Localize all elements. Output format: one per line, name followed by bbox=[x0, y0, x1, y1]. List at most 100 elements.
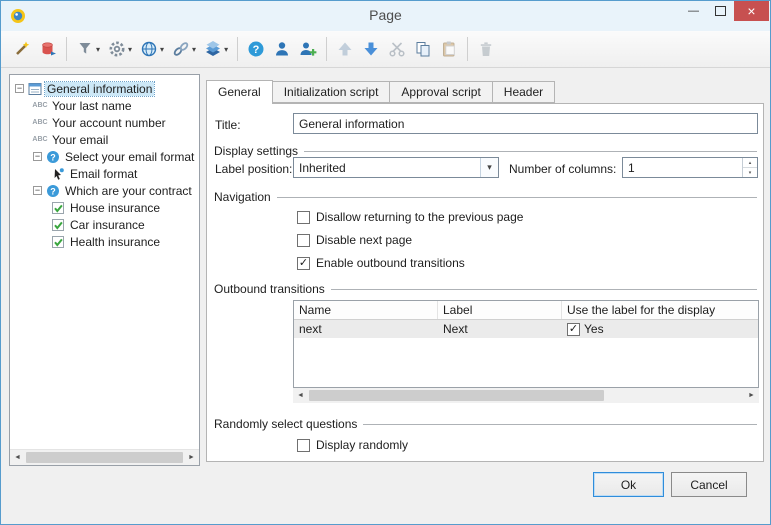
enable-outbound-checkbox[interactable]: ✓ bbox=[297, 257, 310, 270]
gear-icon bbox=[108, 40, 126, 58]
toolbar-separator bbox=[237, 37, 238, 61]
transitions-table: Name Label Use the label for the display… bbox=[293, 300, 759, 388]
user-icon bbox=[273, 40, 291, 58]
paste-button[interactable] bbox=[436, 36, 462, 62]
group-heading: Randomly select questions bbox=[214, 417, 357, 431]
tree-item-car-insurance[interactable]: Car insurance bbox=[10, 216, 199, 233]
enable-outbound-row: ✓ Enable outbound transitions bbox=[297, 255, 465, 271]
table-row[interactable]: next Next ✓ Yes bbox=[294, 320, 758, 338]
spinner-buttons: ▴ ▾ bbox=[742, 158, 757, 177]
tab-header[interactable]: Header bbox=[493, 81, 555, 103]
tree-item-label: House insurance bbox=[68, 201, 162, 215]
tree-horizontal-scrollbar[interactable]: ◄ ► bbox=[10, 449, 199, 465]
tree-item-label: Your email bbox=[50, 133, 110, 147]
tab-initialization-script[interactable]: Initialization script bbox=[273, 81, 391, 103]
maximize-icon bbox=[715, 6, 726, 16]
tree-item-health-insurance[interactable]: Health insurance bbox=[10, 233, 199, 250]
spin-up-button[interactable]: ▴ bbox=[743, 158, 757, 168]
text-field-icon: ABC bbox=[33, 133, 47, 147]
number-of-columns-label: Number of columns: bbox=[509, 162, 616, 176]
tree-item-house-insurance[interactable]: House insurance bbox=[10, 199, 199, 216]
dropdown-button[interactable]: ▾ bbox=[480, 158, 498, 177]
cell-use-label: ✓ Yes bbox=[562, 320, 758, 338]
magic-wand-button[interactable] bbox=[9, 36, 35, 62]
question-icon: ? bbox=[46, 150, 60, 164]
scrollbar-thumb[interactable] bbox=[26, 452, 183, 463]
label-position-select[interactable]: Inherited ▾ bbox=[293, 157, 499, 178]
cell-label: Next bbox=[438, 320, 562, 338]
number-of-columns-stepper[interactable]: 1 ▴ ▾ bbox=[622, 157, 758, 178]
disallow-returning-checkbox[interactable] bbox=[297, 211, 310, 224]
scroll-left-icon[interactable]: ◄ bbox=[293, 392, 308, 399]
layers-dropdown-button[interactable]: ▾ bbox=[200, 36, 232, 62]
maximize-button[interactable] bbox=[707, 1, 734, 21]
settings-dropdown-button[interactable]: ▾ bbox=[104, 36, 136, 62]
globe-dropdown-button[interactable]: ▾ bbox=[136, 36, 168, 62]
checkbox-label: Enable outbound transitions bbox=[316, 256, 465, 270]
help-button[interactable]: ? bbox=[243, 36, 269, 62]
tree-item-your-email[interactable]: ABC Your email bbox=[10, 131, 199, 148]
spin-down-button[interactable]: ▾ bbox=[743, 168, 757, 177]
ok-button[interactable]: Ok bbox=[593, 472, 664, 497]
disable-next-page-checkbox[interactable] bbox=[297, 234, 310, 247]
add-user-button[interactable] bbox=[295, 36, 321, 62]
collapse-icon[interactable]: − bbox=[33, 152, 42, 161]
svg-text:?: ? bbox=[50, 186, 56, 196]
display-randomly-checkbox[interactable] bbox=[297, 439, 310, 452]
column-header-name[interactable]: Name bbox=[294, 301, 438, 319]
paste-icon bbox=[440, 40, 458, 58]
scroll-right-icon[interactable]: ► bbox=[744, 392, 759, 399]
delete-button[interactable] bbox=[473, 36, 499, 62]
cut-button[interactable] bbox=[384, 36, 410, 62]
tab-general[interactable]: General bbox=[206, 80, 273, 104]
titlebar: Page — × bbox=[1, 1, 770, 31]
tab-bar: General Initialization script Approval s… bbox=[206, 80, 555, 104]
group-divider bbox=[331, 289, 757, 290]
group-divider bbox=[304, 151, 757, 152]
minimize-button[interactable]: — bbox=[680, 1, 707, 21]
tree-item-your-last-name[interactable]: ABC Your last name bbox=[10, 97, 199, 114]
tree-item-your-account-number[interactable]: ABC Your account number bbox=[10, 114, 199, 131]
window-title: Page bbox=[1, 7, 770, 23]
data-source-button[interactable] bbox=[35, 36, 61, 62]
link-dropdown-button[interactable]: ▾ bbox=[168, 36, 200, 62]
tree-item-select-email-format[interactable]: − ? Select your email format bbox=[10, 148, 199, 165]
move-up-button[interactable] bbox=[332, 36, 358, 62]
table-horizontal-scrollbar[interactable]: ◄ ► bbox=[293, 388, 759, 403]
use-label-checkbox[interactable]: ✓ bbox=[567, 323, 580, 336]
cell-name: next bbox=[294, 320, 438, 338]
close-button[interactable]: × bbox=[734, 1, 769, 21]
randomly-select-group: Randomly select questions bbox=[214, 417, 757, 431]
filter-icon bbox=[76, 40, 94, 58]
data-source-icon bbox=[39, 40, 57, 58]
move-down-button[interactable] bbox=[358, 36, 384, 62]
column-header-use-label[interactable]: Use the label for the display bbox=[562, 301, 758, 319]
toolbar-separator bbox=[326, 37, 327, 61]
use-label-value: Yes bbox=[584, 322, 604, 336]
text-field-icon: ABC bbox=[33, 116, 47, 130]
help-icon: ? bbox=[247, 40, 265, 58]
collapse-icon[interactable]: − bbox=[33, 186, 42, 195]
cancel-button[interactable]: Cancel bbox=[671, 472, 747, 497]
tab-approval-script[interactable]: Approval script bbox=[390, 81, 492, 103]
toolbar-separator bbox=[467, 37, 468, 61]
arrow-down-icon bbox=[362, 40, 380, 58]
tree-item-which-contracts[interactable]: − ? Which are your contract bbox=[10, 182, 199, 199]
scrollbar-thumb[interactable] bbox=[309, 390, 604, 401]
question-tree: − General information ABC Your last name… bbox=[9, 74, 200, 466]
column-header-label[interactable]: Label bbox=[438, 301, 562, 319]
collapse-icon[interactable]: − bbox=[15, 84, 24, 93]
tree-item-general-information[interactable]: − General information bbox=[10, 80, 199, 97]
tree-item-email-format[interactable]: Email format bbox=[10, 165, 199, 182]
arrow-up-icon bbox=[336, 40, 354, 58]
copy-button[interactable] bbox=[410, 36, 436, 62]
scroll-right-icon[interactable]: ► bbox=[184, 454, 199, 461]
scroll-left-icon[interactable]: ◄ bbox=[10, 454, 25, 461]
disable-next-page-row: Disable next page bbox=[297, 232, 412, 248]
title-input[interactable]: General information bbox=[293, 113, 758, 134]
title-label: Title: bbox=[215, 118, 241, 132]
outbound-transitions-group: Outbound transitions bbox=[214, 282, 757, 296]
checked-option-icon bbox=[51, 235, 65, 249]
user-button[interactable] bbox=[269, 36, 295, 62]
filter-dropdown-button[interactable]: ▾ bbox=[72, 36, 104, 62]
